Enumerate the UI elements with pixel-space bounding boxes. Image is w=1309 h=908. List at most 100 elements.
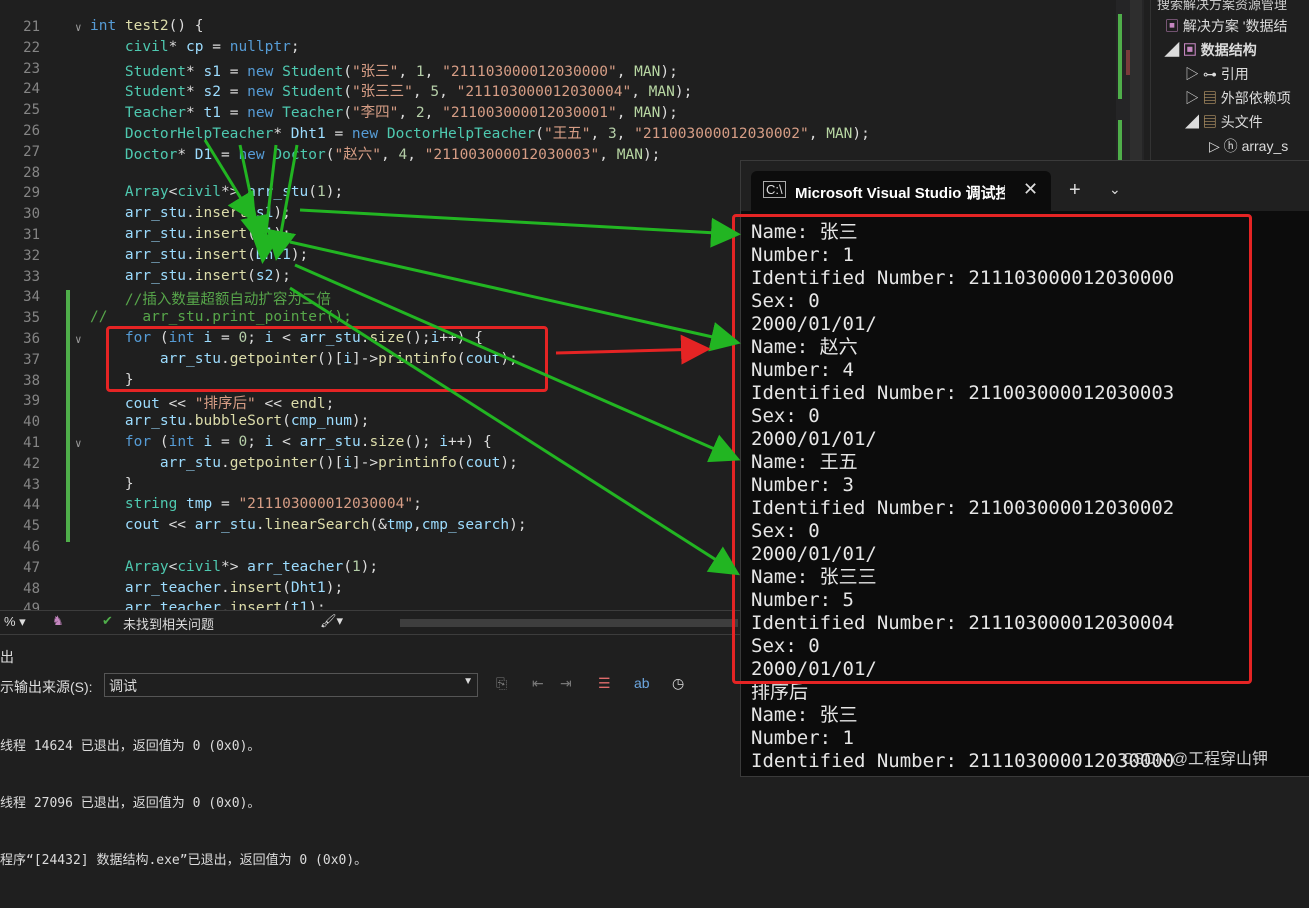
terminal-line: Number: 3 — [751, 474, 854, 496]
issues-status[interactable]: 未找到相关问题 — [123, 614, 214, 633]
fold-chevron-icon[interactable]: ∨ — [75, 333, 82, 346]
watermark: CSDN @工程穿山钾 — [1122, 751, 1269, 768]
terminal-line: 2000/01/01/ — [751, 313, 877, 335]
clear-all-icon[interactable]: ☰ — [598, 675, 611, 692]
line-number: 25 — [23, 102, 40, 119]
external-deps-node[interactable]: ▷ ▤ 外部依赖项 — [1185, 88, 1291, 108]
solution-explorer: 搜索解决方案资源管理 ▣ 解决方案 '数据结 ◢ ▣ 数据结构 ▷ ⊶ 引用 ▷… — [1150, 0, 1309, 160]
line-number: 29 — [23, 185, 40, 202]
code-line[interactable]: } — [90, 372, 134, 388]
check-icon: ✔ — [102, 613, 113, 628]
line-number: 39 — [23, 393, 40, 410]
collapsed-chevron-icon: ▷ — [1185, 90, 1199, 106]
headers-label: 头文件 — [1220, 114, 1263, 130]
code-line[interactable]: cout << arr_stu.linearSearch(&tmp,cmp_se… — [90, 517, 527, 533]
solution-node[interactable]: ▣ 解决方案 '数据结 — [1165, 16, 1287, 36]
prev-message-icon[interactable]: ⇤ — [532, 675, 544, 692]
code-line[interactable]: civil* cp = nullptr; — [90, 39, 300, 55]
project-node[interactable]: ◢ ▣ 数据结构 — [1165, 40, 1257, 60]
code-line[interactable]: for (int i = 0; i < arr_stu.size();i++) … — [90, 330, 483, 346]
line-number: 23 — [23, 60, 40, 77]
line-number: 41 — [23, 435, 40, 451]
line-number: 35 — [23, 310, 40, 327]
code-line[interactable]: Student* s1 = new Student("张三", 1, "2111… — [90, 60, 678, 81]
code-line[interactable]: //插入数量超额自动扩容为二倍 — [90, 288, 331, 309]
intellicode-icon[interactable]: ♞ — [52, 613, 64, 629]
code-line[interactable]: // arr_stu.print_pointer(); — [90, 309, 352, 325]
line-number: 38 — [23, 372, 40, 389]
terminal-line: Name: 赵六 — [751, 336, 858, 358]
zoom-dropdown[interactable]: % ▾ — [4, 614, 26, 630]
code-line[interactable]: Array<civil*> arr_teacher(1); — [90, 559, 378, 575]
folder-icon: ▤ — [1202, 90, 1217, 106]
terminal-line: Name: 王五 — [751, 451, 858, 473]
code-line[interactable]: Array<civil*> arr_stu(1); — [90, 184, 343, 200]
line-number: 49 — [23, 601, 40, 610]
terminal-line: 2000/01/01/ — [751, 543, 877, 565]
collapsed-chevron-icon: ▷ — [1209, 138, 1220, 154]
code-line[interactable]: arr_stu.insert(s2); — [90, 268, 291, 284]
code-line[interactable]: string tmp = "211103000012030004"; — [90, 496, 422, 512]
clock-icon[interactable]: ◷ — [672, 675, 684, 692]
code-line[interactable]: arr_stu.getpointer()[i]->printinfo(cout)… — [90, 351, 518, 367]
terminal-tab-bar: C:\ Microsoft Visual Studio 调试控 ✕ + ⌄ — [741, 161, 1309, 211]
terminal-line: Number: 1 — [751, 244, 854, 266]
terminal-line: 2000/01/01/ — [751, 428, 877, 450]
line-number: 46 — [23, 539, 40, 555]
output-source-select[interactable]: 调试 ▼ — [104, 673, 478, 697]
fold-chevron-icon[interactable]: ∨ — [75, 21, 82, 34]
code-line[interactable]: arr_teacher.insert(Dht1); — [90, 580, 343, 596]
terminal-tab[interactable]: C:\ Microsoft Visual Studio 调试控 ✕ — [751, 171, 1051, 211]
code-line[interactable]: int test2() { — [90, 18, 204, 34]
fold-chevron-icon[interactable]: ∨ — [75, 437, 82, 450]
terminal-line: 2000/01/01/ — [751, 658, 877, 680]
change-indicator-2 — [66, 332, 70, 542]
output-line: 程序“[24432] 数据结构.exe”已退出，返回值为 0 (0x0)。 — [0, 853, 368, 868]
code-line[interactable]: arr_stu.insert(Dht1); — [90, 247, 308, 263]
expanded-chevron-icon: ◢ — [1185, 114, 1199, 130]
solution-search-input[interactable]: 搜索解决方案资源管理 — [1157, 0, 1287, 13]
code-line[interactable]: DoctorHelpTeacher* Dht1 = new DoctorHelp… — [90, 122, 870, 143]
solution-label: 解决方案 '数据结 — [1182, 18, 1288, 34]
file-node[interactable]: ▷ ⓗ array_s — [1209, 136, 1288, 156]
code-line[interactable]: cout << "排序后" << endl; — [90, 392, 334, 413]
change-indicator — [66, 290, 70, 332]
word-wrap-icon[interactable]: ab — [634, 675, 650, 691]
new-tab-button[interactable]: + — [1069, 179, 1081, 202]
find-message-icon[interactable]: ⎘ — [496, 675, 507, 692]
terminal-tab-title: Microsoft Visual Studio 调试控 — [795, 185, 1005, 202]
header-file-icon: ⓗ — [1223, 138, 1238, 154]
chevron-down-icon: ▼ — [463, 676, 473, 687]
code-line[interactable]: for (int i = 0; i < arr_stu.size(); i++)… — [90, 434, 492, 450]
line-number: 31 — [23, 227, 40, 243]
code-line[interactable]: Student* s2 = new Student("张三三", 5, "211… — [90, 80, 692, 101]
output-source-label: 示输出来源(S): — [0, 679, 93, 695]
external-deps-label: 外部依赖项 — [1220, 90, 1291, 106]
line-number: 30 — [23, 206, 40, 223]
horizontal-scrollbar[interactable] — [400, 619, 738, 627]
code-line[interactable]: arr_stu.bubbleSort(cmp_num); — [90, 413, 369, 429]
code-line[interactable]: Doctor* D1 = new Doctor("赵六", 4, "211003… — [90, 143, 660, 164]
next-message-icon[interactable]: ⇥ — [560, 675, 572, 692]
cleanup-brush-icon[interactable]: 🖌▾ — [320, 613, 343, 629]
line-number: 28 — [23, 164, 40, 181]
line-number: 40 — [23, 414, 40, 431]
line-number: 36 — [23, 331, 40, 347]
references-node[interactable]: ▷ ⊶ 引用 — [1185, 64, 1249, 84]
close-tab-icon[interactable]: ✕ — [1023, 179, 1038, 200]
output-panel: 出 示输出来源(S): 调试 ▼ ⎘ ⇤ ⇥ ☰ ab ◷ 线程 14624 已… — [0, 634, 740, 868]
line-number: 47 — [23, 559, 40, 576]
line-number: 43 — [23, 476, 40, 493]
code-line[interactable]: arr_stu.getpointer()[i]->printinfo(cout)… — [90, 455, 518, 471]
code-line[interactable]: } — [90, 476, 134, 492]
code-line[interactable]: Teacher* t1 = new Teacher("李四", 2, "2110… — [90, 101, 678, 122]
headers-node[interactable]: ◢ ▤ 头文件 — [1185, 112, 1263, 132]
line-number: 26 — [23, 123, 40, 139]
code-line[interactable]: arr_stu.insert(D1); — [90, 226, 291, 242]
code-line[interactable]: arr_teacher.insert(t1); — [90, 600, 326, 610]
terminal-line: Sex: 0 — [751, 405, 820, 427]
project-icon: ▣ — [1182, 42, 1197, 58]
code-line[interactable]: arr_stu.insert(s1); — [90, 205, 291, 221]
editor-status-bar: % ▾ ♞ ✔ 未找到相关问题 🖌▾ — [0, 610, 740, 635]
tab-dropdown-button[interactable]: ⌄ — [1109, 181, 1121, 198]
